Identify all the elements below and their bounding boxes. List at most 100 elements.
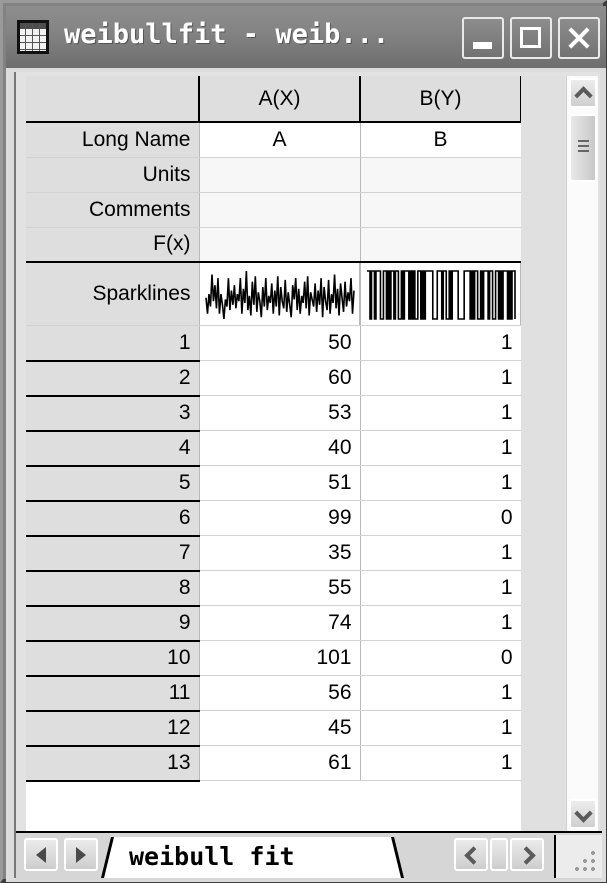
- table-row: 9 74 1: [26, 605, 521, 642]
- maximize-button[interactable]: [510, 17, 552, 59]
- meta-cell-units-a[interactable]: [199, 157, 361, 193]
- cell-a[interactable]: 45: [199, 710, 361, 746]
- chevron-up-icon: [576, 86, 589, 99]
- cell-b[interactable]: 1: [360, 535, 521, 571]
- cell-a[interactable]: 55: [199, 570, 361, 606]
- table-row: 8 55 1: [26, 570, 521, 607]
- sheet-tab-weibull-fit[interactable]: weibull fit: [103, 837, 403, 878]
- meta-row-label-comments[interactable]: Comments: [26, 192, 200, 228]
- meta-cell-long-name-b[interactable]: B: [360, 122, 521, 158]
- maximize-icon: [520, 27, 541, 48]
- cell-a[interactable]: 53: [199, 395, 361, 431]
- cell-b[interactable]: 1: [360, 395, 521, 431]
- table-row: 13 61 1: [26, 745, 521, 782]
- row-index-cell[interactable]: 7: [26, 535, 200, 572]
- row-index-cell[interactable]: 9: [26, 605, 200, 642]
- cell-b[interactable]: 1: [360, 465, 521, 501]
- scroll-down-button[interactable]: [569, 799, 597, 829]
- resize-grip-icon: [572, 848, 596, 872]
- minimize-button[interactable]: [462, 17, 504, 59]
- grid-corner-cell[interactable]: [26, 76, 200, 123]
- meta-cell-fx-a[interactable]: [199, 227, 361, 263]
- meta-row-sparklines: Sparklines: [26, 262, 521, 326]
- worksheet-grid[interactable]: A(X) B(Y) Long Name A B Units Comments F(x) Spar…: [26, 76, 521, 831]
- cell-b[interactable]: 1: [360, 675, 521, 711]
- column-header-a[interactable]: A(X): [199, 76, 361, 123]
- cell-a[interactable]: 56: [199, 675, 361, 711]
- title-bar[interactable]: weibullfit - weib...: [6, 6, 606, 68]
- cell-a[interactable]: 35: [199, 535, 361, 571]
- cell-b[interactable]: 1: [360, 570, 521, 606]
- meta-cell-comments-b[interactable]: [360, 192, 521, 228]
- vertical-scrollbar-thumb[interactable]: [569, 114, 597, 182]
- meta-row-units: Units: [26, 157, 521, 193]
- cell-a[interactable]: 51: [199, 465, 361, 501]
- sheet-next-button[interactable]: [64, 838, 98, 871]
- column-header-b[interactable]: B(Y): [360, 76, 521, 123]
- cell-a[interactable]: 60: [199, 360, 361, 396]
- hscroll-left-button[interactable]: [454, 838, 488, 871]
- horizontal-scrollbar-thumb[interactable]: [490, 838, 508, 871]
- table-row: 1 50 1: [26, 325, 521, 362]
- table-row: 5 51 1: [26, 465, 521, 502]
- meta-row-label-fx[interactable]: F(x): [26, 227, 200, 263]
- meta-cell-units-b[interactable]: [360, 157, 521, 193]
- cell-b[interactable]: 1: [360, 745, 521, 781]
- table-row: 6 99 0: [26, 500, 521, 537]
- cell-b[interactable]: 1: [360, 430, 521, 466]
- sparkline-cell-b[interactable]: [360, 262, 521, 326]
- cell-b[interactable]: 0: [360, 640, 521, 676]
- cell-a[interactable]: 99: [199, 500, 361, 536]
- table-row: 10 101 0: [26, 640, 521, 677]
- table-row: 4 40 1: [26, 430, 521, 467]
- chevron-down-icon: [576, 807, 589, 820]
- row-index-cell[interactable]: 12: [26, 710, 200, 747]
- meta-row-long-name: Long Name A B: [26, 122, 521, 158]
- row-index-cell[interactable]: 1: [26, 325, 200, 362]
- vertical-scrollbar[interactable]: [566, 76, 598, 831]
- cell-b[interactable]: 1: [360, 325, 521, 361]
- sparkline-cell-a[interactable]: [199, 262, 361, 326]
- cell-b[interactable]: 0: [360, 500, 521, 536]
- row-index-cell[interactable]: 11: [26, 675, 200, 712]
- cell-a[interactable]: 101: [199, 640, 361, 676]
- row-index-cell[interactable]: 2: [26, 360, 200, 397]
- row-index-cell[interactable]: 10: [26, 640, 200, 677]
- column-header-row: A(X) B(Y): [26, 76, 521, 123]
- meta-row-label-long-name[interactable]: Long Name: [26, 122, 200, 158]
- row-index-cell[interactable]: 3: [26, 395, 200, 432]
- sheet-tab-bar[interactable]: weibull fit: [101, 835, 423, 878]
- meta-cell-comments-a[interactable]: [199, 192, 361, 228]
- cell-b[interactable]: 1: [360, 605, 521, 641]
- cell-a[interactable]: 74: [199, 605, 361, 641]
- client-area: A(X) B(Y) Long Name A B Units Comments F(x) Spar…: [6, 68, 606, 882]
- triangle-right-icon: [76, 846, 86, 863]
- chevron-right-icon: [520, 848, 533, 861]
- worksheet-icon: [17, 20, 53, 58]
- meta-row-label-units[interactable]: Units: [26, 157, 200, 193]
- row-index-cell[interactable]: 5: [26, 465, 200, 502]
- sheet-prev-button[interactable]: [24, 838, 58, 871]
- cell-a[interactable]: 50: [199, 325, 361, 361]
- meta-row-comments: Comments: [26, 192, 521, 228]
- row-index-cell[interactable]: 4: [26, 430, 200, 467]
- data-table: A(X) B(Y) Long Name A B Units Comments F(x) Spar…: [26, 76, 521, 782]
- row-index-cell[interactable]: 6: [26, 500, 200, 537]
- meta-row-label-sparklines[interactable]: Sparklines: [26, 262, 200, 326]
- triangle-left-icon: [36, 846, 46, 863]
- resize-grip[interactable]: [554, 835, 602, 878]
- cell-a[interactable]: 61: [199, 745, 361, 781]
- scroll-up-button[interactable]: [569, 78, 597, 108]
- cell-a[interactable]: 40: [199, 430, 361, 466]
- table-row: 12 45 1: [26, 710, 521, 747]
- close-button[interactable]: [558, 17, 600, 59]
- meta-cell-fx-b[interactable]: [360, 227, 521, 263]
- cell-b[interactable]: 1: [360, 360, 521, 396]
- row-index-cell[interactable]: 13: [26, 745, 200, 782]
- row-index-cell[interactable]: 8: [26, 570, 200, 607]
- worksheet-window: weibullfit - weib... A(X) B(Y) Long Name A B…: [0, 0, 607, 883]
- chevron-left-icon: [464, 848, 477, 861]
- cell-b[interactable]: 1: [360, 710, 521, 746]
- hscroll-right-button[interactable]: [510, 838, 544, 871]
- meta-cell-long-name-a[interactable]: A: [199, 122, 361, 158]
